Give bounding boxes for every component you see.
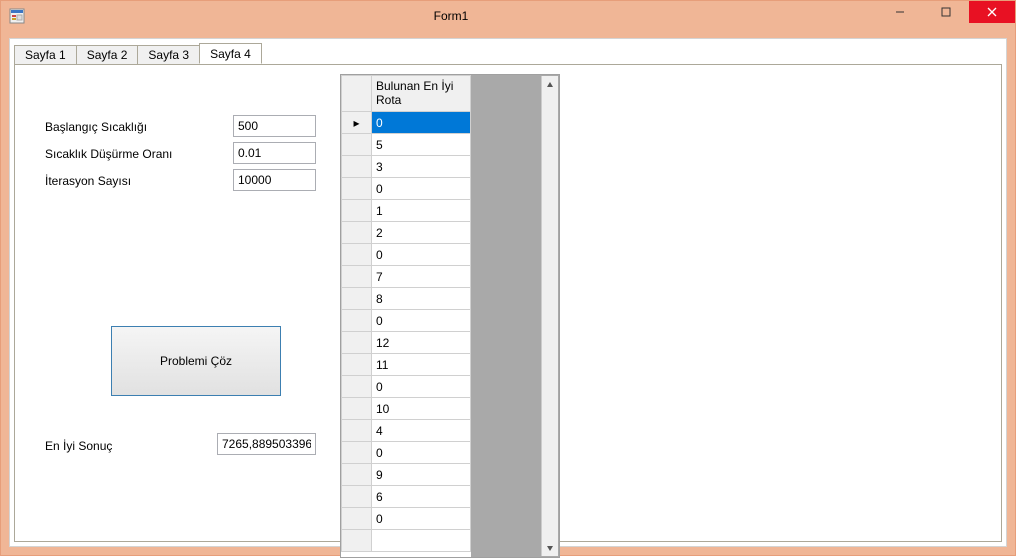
table-row[interactable]: 9 xyxy=(342,464,471,486)
table-row[interactable]: 6 xyxy=(342,486,471,508)
grid-cell[interactable]: 0 xyxy=(372,310,471,332)
grid-cell[interactable]: 6 xyxy=(372,486,471,508)
row-header xyxy=(342,464,372,486)
row-header xyxy=(342,266,372,288)
solve-button[interactable]: Problemi Çöz xyxy=(111,326,281,396)
row-header xyxy=(342,288,372,310)
row-header xyxy=(342,486,372,508)
row-header xyxy=(342,310,372,332)
grid-cell[interactable]: 3 xyxy=(372,156,471,178)
grid-cell[interactable]: 8 xyxy=(372,288,471,310)
grid-cell[interactable]: 0 xyxy=(372,178,471,200)
table-row[interactable]: 7 xyxy=(342,266,471,288)
window-title: Form1 xyxy=(25,9,877,23)
close-button[interactable] xyxy=(969,1,1015,23)
table-row[interactable]: 0 xyxy=(342,178,471,200)
row-header xyxy=(342,376,372,398)
grid-cell[interactable]: 0 xyxy=(372,442,471,464)
row-header xyxy=(342,508,372,530)
grid-cell[interactable]: 1 xyxy=(372,200,471,222)
row-header xyxy=(342,332,372,354)
row-header xyxy=(342,134,372,156)
solve-button-label: Problemi Çöz xyxy=(160,354,232,368)
table-row[interactable]: 0 xyxy=(342,244,471,266)
grid-cell[interactable] xyxy=(372,530,471,552)
row-header xyxy=(342,420,372,442)
grid-corner xyxy=(342,76,372,112)
scroll-down-button[interactable] xyxy=(542,539,558,556)
grid-cell[interactable]: 0 xyxy=(372,508,471,530)
table-row[interactable]: 10 xyxy=(342,398,471,420)
grid-scrollbar[interactable] xyxy=(541,76,558,556)
grid-cell[interactable]: 5 xyxy=(372,134,471,156)
window-controls xyxy=(877,1,1015,30)
table-row[interactable]: 12 xyxy=(342,332,471,354)
input-temp[interactable] xyxy=(233,115,316,137)
grid-cell[interactable]: 9 xyxy=(372,464,471,486)
datagrid-table: Bulunan En İyi Rota ▸0530120780121101040… xyxy=(341,75,471,552)
grid-cell[interactable]: 10 xyxy=(372,398,471,420)
tab-3[interactable]: Sayfa 4 xyxy=(199,43,262,64)
grid-cell[interactable]: 0 xyxy=(372,376,471,398)
tab-2[interactable]: Sayfa 3 xyxy=(137,45,200,65)
table-row[interactable]: 0 xyxy=(342,310,471,332)
table-row[interactable]: 3 xyxy=(342,156,471,178)
label-best: En İyi Sonuç xyxy=(45,439,112,453)
client-area: Sayfa 1Sayfa 2Sayfa 3Sayfa 4 Başlangıç S… xyxy=(9,38,1007,547)
table-row[interactable]: 4 xyxy=(342,420,471,442)
grid-cell[interactable]: 0 xyxy=(372,112,471,134)
table-row[interactable]: 1 xyxy=(342,200,471,222)
tab-page: Başlangıç Sıcaklığı Sıcaklık Düşürme Ora… xyxy=(14,64,1002,542)
table-row[interactable]: 11 xyxy=(342,354,471,376)
minimize-button[interactable] xyxy=(877,1,923,23)
row-header xyxy=(342,200,372,222)
label-temp: Başlangıç Sıcaklığı xyxy=(45,120,147,134)
table-row[interactable]: 0 xyxy=(342,508,471,530)
tab-strip: Sayfa 1Sayfa 2Sayfa 3Sayfa 4 xyxy=(14,43,261,64)
tab-0[interactable]: Sayfa 1 xyxy=(14,45,77,65)
table-row[interactable]: 0 xyxy=(342,376,471,398)
row-header: ▸ xyxy=(342,112,372,134)
app-icon xyxy=(9,8,25,24)
grid-cell[interactable]: 12 xyxy=(372,332,471,354)
row-header xyxy=(342,398,372,420)
grid-cell[interactable]: 2 xyxy=(372,222,471,244)
tab-1[interactable]: Sayfa 2 xyxy=(76,45,139,65)
titlebar: Form1 xyxy=(1,1,1015,30)
row-header xyxy=(342,354,372,376)
table-row[interactable]: 2 xyxy=(342,222,471,244)
row-header xyxy=(342,156,372,178)
datagrid[interactable]: Bulunan En İyi Rota ▸0530120780121101040… xyxy=(340,74,560,558)
window-frame: Form1 Sayfa 1Sayfa 2Sayfa 3Sayfa 4 Başla… xyxy=(0,0,1016,556)
row-header xyxy=(342,178,372,200)
row-header xyxy=(342,442,372,464)
grid-cell[interactable]: 4 xyxy=(372,420,471,442)
label-iter: İterasyon Sayısı xyxy=(45,174,131,188)
row-header xyxy=(342,530,372,552)
table-row-new[interactable] xyxy=(342,530,471,552)
input-iter[interactable] xyxy=(233,169,316,191)
maximize-button[interactable] xyxy=(923,1,969,23)
row-header xyxy=(342,244,372,266)
label-cool: Sıcaklık Düşürme Oranı xyxy=(45,147,172,161)
grid-header[interactable]: Bulunan En İyi Rota xyxy=(372,76,471,112)
table-row[interactable]: 5 xyxy=(342,134,471,156)
grid-cell[interactable]: 0 xyxy=(372,244,471,266)
table-row[interactable]: ▸0 xyxy=(342,112,471,134)
grid-cell[interactable]: 11 xyxy=(372,354,471,376)
grid-cell[interactable]: 7 xyxy=(372,266,471,288)
scroll-up-button[interactable] xyxy=(542,76,558,93)
table-row[interactable]: 0 xyxy=(342,442,471,464)
row-header xyxy=(342,222,372,244)
input-cool[interactable] xyxy=(233,142,316,164)
table-row[interactable]: 8 xyxy=(342,288,471,310)
input-best[interactable] xyxy=(217,433,316,455)
